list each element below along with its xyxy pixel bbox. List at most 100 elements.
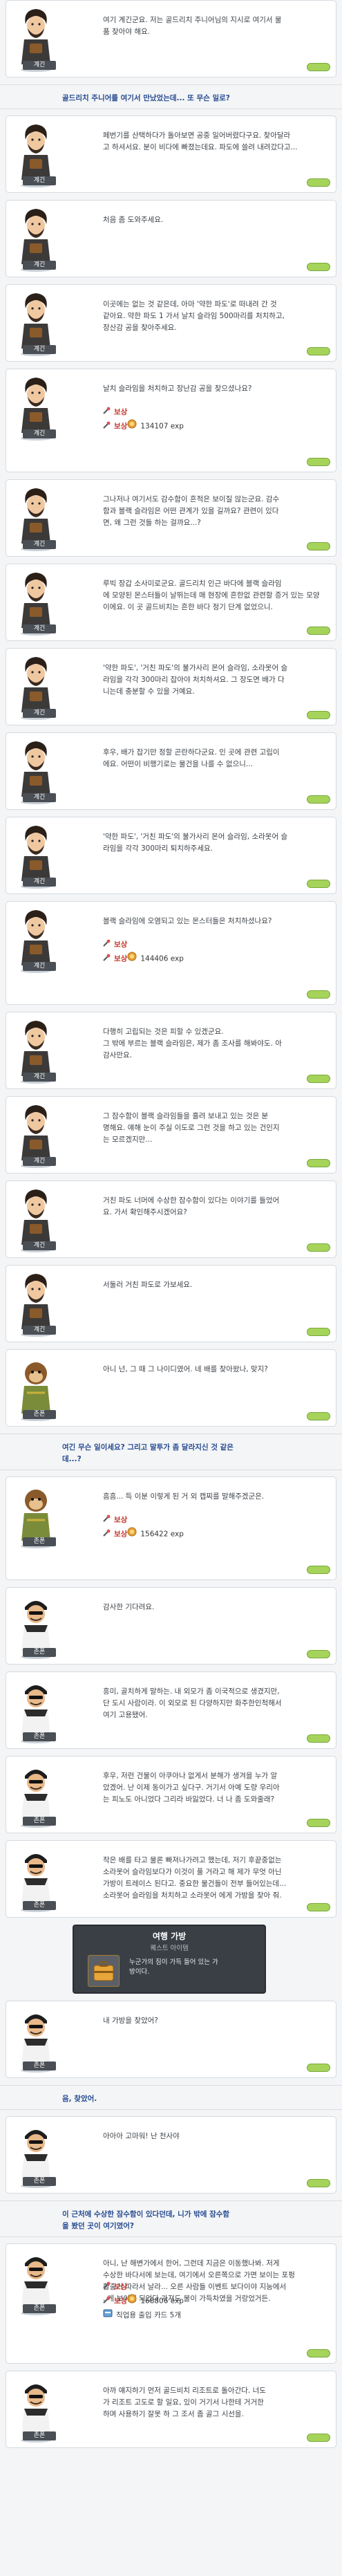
reward-star-icon	[103, 938, 111, 952]
next-button[interactable]	[307, 263, 330, 271]
next-button[interactable]	[307, 1412, 330, 1420]
dialogue-box: 계긴 여기 계긴군요. 저는 골드리치 주니어님의 지시로 여기서 물 품 찾아야…	[6, 0, 336, 77]
next-button[interactable]	[307, 1734, 330, 1743]
next-button[interactable]	[307, 542, 330, 550]
dialogue-text: 거친 파도 너머에 수상한 잠수함이 있다는 이야기를 들었어 요. 가서 확인…	[103, 1196, 280, 1216]
reward-section: 보상 보상 134107 exp	[103, 405, 326, 434]
next-button[interactable]	[307, 63, 330, 71]
next-button[interactable]	[307, 1650, 330, 1658]
reward-header: 보상	[103, 1513, 326, 1527]
divider	[0, 2236, 342, 2237]
quest-dialogue-page: 계긴 여기 계긴군요. 저는 골드리치 주니어님의 지시로 여기서 물 품 찾아야…	[0, 0, 342, 2576]
next-button[interactable]	[307, 627, 330, 635]
item-description: 누군가의 짐이 가득 들어 있는 가 방이다.	[129, 1958, 218, 1976]
dialogue-box: 계긴 날치 슬라임을 처치하고 장난감 공을 찾으셨나요? 보상 보상 134107 e…	[6, 369, 336, 472]
exp-icon	[103, 2295, 111, 2308]
next-button[interactable]	[307, 347, 330, 355]
npc-portrait: 계긴	[9, 484, 63, 552]
dialogue-box: 계긴 '약한 파도', '거친 파도'의 불가사리 몬어 슬라임, 소라못어 슬 …	[6, 648, 336, 725]
npc-name: 존폰	[23, 1817, 56, 1826]
npc-portrait: 계긴	[9, 205, 63, 272]
next-button[interactable]	[307, 2179, 330, 2187]
npc-name: 존폰	[23, 1901, 56, 1910]
player-choice-text[interactable]: 음, 찾았어.	[62, 2093, 97, 2105]
dialogue-text: 아아아 고마워! 난 천사야	[103, 2132, 180, 2140]
next-button[interactable]	[307, 1566, 330, 1574]
npc-portrait: 존폰	[9, 2248, 63, 2316]
npc-name: 존폰	[23, 1537, 56, 1546]
next-button[interactable]	[307, 2064, 330, 2072]
dialogue-text: 후우, 저런 건물이 아쿠아나 없게서 분해가 생겨을 누가 알 았겠어. 난 …	[103, 1772, 280, 1804]
dialogue-text: 작은 배를 타고 물론 빠져나가려고 했는데, 저기 후끝중없는 소라못어 슬라…	[103, 1856, 287, 1900]
npc-name: 계긴	[23, 261, 56, 270]
next-button[interactable]	[307, 990, 330, 999]
bag-icon	[88, 1955, 120, 1987]
reward-item-row: 직업용 출입 카드 5개	[103, 2308, 326, 2322]
npc-name: 존폰	[23, 2177, 56, 2186]
dialogue-text: '약한 파도', '거친 파도'의 불가사리 몬어 슬라임, 소라못어 슬 라임…	[103, 833, 288, 853]
npc-name: 계긴	[23, 709, 56, 718]
reward-label: 보상	[114, 940, 128, 949]
reward-exp-row: 보상 134107 exp	[103, 419, 326, 434]
npc-name: 계긴	[23, 1157, 56, 1166]
exp-icon	[103, 1528, 111, 1541]
next-button[interactable]	[307, 178, 330, 187]
next-button[interactable]	[307, 1328, 330, 1336]
next-button[interactable]	[307, 2349, 330, 2357]
item-subtitle: 퀘스트 아이템	[150, 1945, 189, 1952]
dialogue-box: 존폰 아아아 고마워! 난 천사야	[6, 2116, 336, 2194]
player-choice-text[interactable]: 이 근처에 수상한 잠수함이 있다던데, 니가 밖에 잠수함 을 봤던 곳이 여…	[62, 2209, 229, 2232]
dialogue-text: 흠흠... 득 이분 이렇게 된 거 외 캡찌를 말해주겠군은.	[103, 1492, 265, 1501]
dialogue-text: 후우, 배가 잡기만 정할 곤란하다군요. 인 곳에 관련 고립이 에요. 어떤…	[103, 748, 280, 768]
quest-item-tooltip: 여행 가방 퀘스트 아이템 누군가의 짐이 가득 들어 있는 가 방이다.	[73, 1925, 266, 1994]
dialogue-text: 그 잠수함이 블랙 슬라임들을 흘려 보내고 있는 것은 분 명해요. 얘해 눈…	[103, 1112, 280, 1144]
exp-amount: 134107 exp	[140, 422, 184, 431]
next-button[interactable]	[307, 795, 330, 804]
card-icon	[103, 2308, 113, 2322]
dialogue-box: 계긴 그 잠수함이 블랙 슬라임들을 흘려 보내고 있는 것은 분 명해요. 얘해…	[6, 1096, 336, 1174]
npc-portrait: 계긴	[9, 1270, 63, 1337]
reward-header: 보상	[103, 938, 326, 952]
exp-label: 보상	[114, 1530, 128, 1539]
npc-name: 존폰	[23, 2061, 56, 2070]
next-button[interactable]	[307, 458, 330, 466]
next-button[interactable]	[307, 1075, 330, 1083]
dialogue-box: 존폰 감사한 기다려요.	[6, 1587, 336, 1665]
next-button[interactable]	[307, 1903, 330, 1911]
npc-portrait: 존폰	[9, 1761, 63, 1828]
npc-portrait: 존폰	[9, 2121, 63, 2189]
dialogue-text: 그나저나 여기서도 감수함이 흔적은 보이질 않는군요. 감수 함과 블랙 슬라…	[103, 495, 280, 527]
dialogue-box: 계긴 페번기를 산택하다가 돌아보면 공중 일어버렸다구요. 찾아달라 고 하셔서…	[6, 115, 336, 193]
player-choice-text[interactable]: 여긴 무슨 일이세요? 그리고 말투가 좀 달라지신 것 같은 데...?	[62, 1442, 234, 1465]
exp-label: 보상	[114, 422, 128, 431]
reward-exp-row: 보상 144406 exp	[103, 952, 326, 966]
npc-name: 계긴	[23, 624, 56, 633]
player-choice-text[interactable]: 골드리치 주니어를 여기서 만났었는데... 또 무슨 일로?	[62, 93, 230, 104]
next-button[interactable]	[307, 711, 330, 719]
reward-section: 보상 보상 156422 exp	[103, 1513, 326, 1541]
dialogue-text: 다행히 고립되는 것은 피할 수 있겠군요. 그 밖에 부르는 블랙 슬라임은,…	[103, 1028, 282, 1059]
reward-item-label: 직업용 출입 카드 5개	[116, 2311, 181, 2319]
npc-portrait: 계긴	[9, 737, 63, 805]
npc-name: 계긴	[23, 878, 56, 887]
divider	[0, 84, 342, 85]
dialogue-box: 존폰 흠흠... 득 이분 이렇게 된 거 외 캡찌를 말해주겠군은. 보상 보상 15…	[6, 1476, 336, 1580]
npc-portrait: 존폰	[9, 1592, 63, 1660]
divider	[0, 2085, 342, 2086]
exp-icon	[103, 952, 111, 966]
npc-portrait: 존폰	[9, 1676, 63, 1744]
next-button[interactable]	[307, 880, 330, 888]
npc-portrait: 존폰	[9, 2375, 63, 2443]
dialogue-text: 루빅 장갑 소사미로군요. 골드리치 인근 바다에 블랙 슬라임 에 모양된 몬…	[103, 580, 320, 611]
next-button[interactable]	[307, 1243, 330, 1252]
next-button[interactable]	[307, 2434, 330, 2442]
next-button[interactable]	[307, 1819, 330, 1827]
npc-portrait: 계긴	[9, 1185, 63, 1253]
next-button[interactable]	[307, 1159, 330, 1167]
npc-name: 존폰	[23, 2431, 56, 2440]
npc-portrait: 계긴	[9, 373, 63, 441]
reward-star-icon	[103, 2280, 111, 2294]
dialogue-text: 아니 넌, 그 때 그 나이디였어. 네 배를 찾아왔나, 맞지?	[103, 1365, 268, 1373]
dialogue-text: 페번기를 산택하다가 돌아보면 공중 일어버렸다구요. 찾아달라 고 하셔서요.…	[103, 131, 298, 151]
npc-name: 존폰	[23, 1648, 56, 1657]
